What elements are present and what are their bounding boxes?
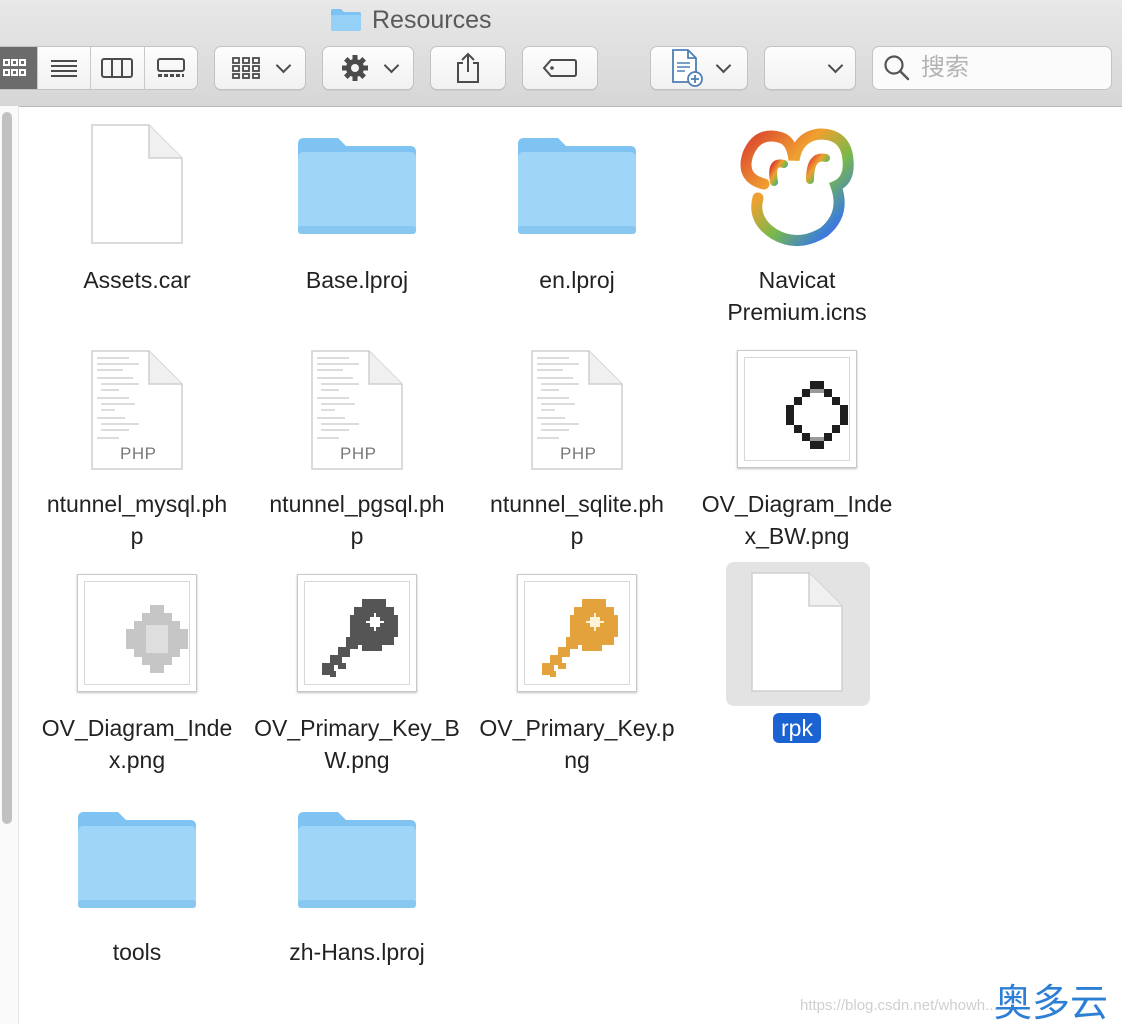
new-document-button[interactable] <box>650 46 748 90</box>
file-name-line1: OV_Diagram_Inde <box>41 715 233 741</box>
file-item[interactable]: Assets.car <box>27 120 247 300</box>
list-view-button[interactable] <box>36 47 90 89</box>
file-item[interactable]: OV_Primary_Key_B W.png <box>247 570 467 780</box>
diamond-bw-icon <box>786 381 848 449</box>
group-grid-icon <box>231 57 260 79</box>
folder-icon <box>518 138 636 234</box>
chevron-down-icon <box>275 57 291 74</box>
image-thumbnail <box>297 574 417 692</box>
folder-icon <box>298 138 416 234</box>
scrollbar-thumb[interactable] <box>2 112 12 824</box>
php-label: PHP <box>120 444 157 463</box>
file-name: Assets.car <box>83 267 191 293</box>
file-name-line2: x.png <box>108 747 166 773</box>
document-icon <box>91 124 183 244</box>
tags-button[interactable] <box>522 46 598 90</box>
folder-item[interactable]: Base.lproj <box>247 120 467 300</box>
gallery-view-button[interactable] <box>143 47 197 89</box>
file-name-line1: ntunnel_mysql.ph <box>46 491 228 517</box>
file-name-line1: OV_Diagram_Inde <box>701 491 893 517</box>
php-label: PHP <box>340 444 377 463</box>
search-input[interactable] <box>919 53 1103 83</box>
selected-file-name: rpk <box>773 713 821 743</box>
file-item[interactable]: OV_Diagram_Inde x.png <box>27 570 247 780</box>
php-label: PHP <box>560 444 597 463</box>
folder-item[interactable]: en.lproj <box>467 120 687 300</box>
chevron-down-icon <box>827 57 844 74</box>
file-name-line2: p <box>350 523 364 549</box>
image-thumbnail <box>737 350 857 468</box>
image-thumbnail <box>517 574 637 692</box>
toolbar: Resources <box>0 0 1122 107</box>
search-icon <box>884 55 910 81</box>
file-name-line2: ng <box>564 747 590 773</box>
icon-view-button[interactable] <box>0 47 37 89</box>
navicat-logo-icon <box>740 128 854 246</box>
file-item[interactable]: PHP ntunnel_sqlite.ph p <box>467 346 687 556</box>
column-view-button[interactable] <box>90 47 143 89</box>
file-item[interactable]: OV_Primary_Key.p ng <box>467 570 687 780</box>
file-name: en.lproj <box>539 267 615 293</box>
file-name: zh-Hans.lproj <box>289 939 425 965</box>
new-document-icon <box>671 49 703 87</box>
columns-icon <box>101 58 134 78</box>
file-item[interactable]: PHP ntunnel_mysql.ph p <box>27 346 247 556</box>
share-icon <box>457 52 479 83</box>
file-name-line1: Navicat <box>758 267 836 293</box>
file-item[interactable]: Navicat Premium.icns <box>687 120 907 330</box>
window-title-text: Resources <box>372 5 492 34</box>
chevron-down-icon <box>715 57 731 74</box>
file-name-line2: p <box>130 523 144 549</box>
file-item[interactable]: OV_Diagram_Inde x_BW.png <box>687 346 907 556</box>
file-name-line2: Premium.icns <box>727 299 867 325</box>
folder-icon <box>331 9 361 31</box>
diamond-icon <box>126 605 188 673</box>
view-mode-segmented <box>0 46 198 90</box>
search-field[interactable] <box>872 46 1112 90</box>
grid-icon <box>2 59 26 76</box>
action-button[interactable] <box>322 46 414 90</box>
watermark-text: https://blog.csdn.net/whowh... <box>800 997 998 1014</box>
brand-watermark: 奥多云 <box>994 981 1109 1025</box>
file-item[interactable]: PHP ntunnel_pgsql.ph p <box>247 346 467 556</box>
group-by-button[interactable] <box>214 46 306 90</box>
key-gold-icon <box>542 599 618 677</box>
file-name-line2: W.png <box>324 747 390 773</box>
chevron-down-icon <box>383 57 399 74</box>
gear-icon <box>341 55 368 81</box>
file-item-selected[interactable]: rpk <box>687 570 907 750</box>
image-thumbnail <box>77 574 197 692</box>
folder-icon <box>78 812 196 908</box>
list-icon <box>50 60 77 77</box>
document-icon <box>751 572 843 692</box>
file-name: Base.lproj <box>305 267 409 293</box>
file-name-line1: OV_Primary_Key.p <box>479 715 675 741</box>
file-name-line1: OV_Primary_Key_B <box>254 715 460 741</box>
file-name-line1: ntunnel_pgsql.ph <box>269 491 445 517</box>
key-bw-icon <box>322 599 398 677</box>
folder-item[interactable]: zh-Hans.lproj <box>247 794 467 974</box>
file-name-line2: x_BW.png <box>744 523 850 549</box>
folder-item[interactable]: tools <box>27 794 247 974</box>
window-title: Resources <box>330 4 492 36</box>
folder-icon <box>298 812 416 908</box>
gallery-icon <box>156 58 185 77</box>
tag-icon <box>542 59 577 77</box>
share-button[interactable] <box>430 46 506 90</box>
file-name-line2: p <box>570 523 584 549</box>
toolbar-dropdown[interactable] <box>764 46 856 90</box>
file-name-line1: ntunnel_sqlite.ph <box>490 491 664 517</box>
file-name: rpk <box>687 712 907 744</box>
file-name: tools <box>112 939 162 965</box>
